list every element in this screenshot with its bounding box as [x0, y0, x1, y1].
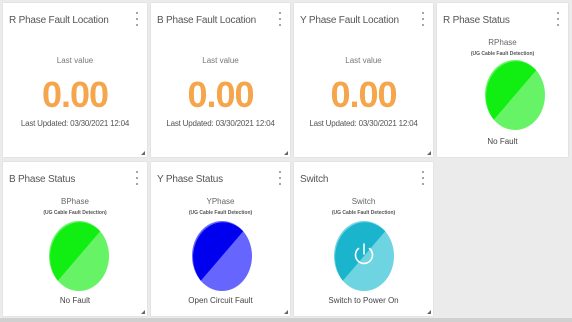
switch-subtitle: (UG Cable Fault Detection) [331, 210, 396, 216]
phase-subtitle: (UG Cable Fault Detection) [43, 210, 107, 216]
resize-handle-icon[interactable] [427, 151, 431, 155]
status-text: No Fault [487, 137, 518, 146]
kebab-menu-icon[interactable] [133, 12, 141, 26]
metric-value: 0.00 [330, 74, 397, 115]
last-value-label: Last value [56, 56, 94, 65]
status-text: Switch to Power On [328, 296, 399, 305]
tile-b-phase-status: B Phase Status BPhase (UG Cable Fault De… [3, 162, 147, 316]
tile-switch: Switch Switch (UG Cable Fault Detection)… [294, 162, 433, 316]
tile-title: Y Phase Status [157, 174, 223, 185]
phase-name: RPhase [488, 38, 517, 47]
last-updated-text: Last Updated: 03/30/2021 12:04 [166, 119, 275, 128]
kebab-menu-icon[interactable] [554, 12, 562, 26]
kebab-menu-icon[interactable] [419, 171, 427, 185]
metric-value: 0.00 [41, 74, 109, 115]
phase-name: YPhase [206, 197, 235, 206]
last-value-label: Last value [345, 56, 382, 65]
tile-y-phase-fault-location: Y Phase Fault Location Last value 0.00 L… [294, 3, 433, 157]
tile-title: Switch [300, 174, 329, 185]
metric-value: 0.00 [187, 74, 254, 115]
kebab-menu-icon[interactable] [133, 171, 141, 185]
switch-indicator[interactable] [333, 220, 395, 292]
last-updated-text: Last Updated: 03/30/2021 12:04 [309, 119, 418, 128]
tile-title: B Phase Fault Location [157, 15, 256, 26]
status-indicator [49, 221, 109, 291]
resize-handle-icon[interactable] [284, 151, 288, 155]
tile-title: R Phase Status [443, 15, 510, 26]
tile-r-phase-fault-location: R Phase Fault Location Last value 0.00 L… [3, 3, 147, 157]
phase-name: BPhase [60, 197, 90, 206]
tile-y-phase-status: Y Phase Status YPhase (UG Cable Fault De… [151, 162, 290, 316]
tile-title: B Phase Status [9, 174, 76, 185]
resize-handle-icon[interactable] [427, 310, 431, 314]
last-value-label: Last value [202, 56, 239, 65]
status-text: Open Circuit Fault [188, 296, 253, 305]
kebab-menu-icon[interactable] [419, 12, 427, 26]
tile-b-phase-fault-location: B Phase Fault Location Last value 0.00 L… [151, 3, 290, 157]
tile-title: Y Phase Fault Location [300, 15, 399, 26]
switch-name: Switch [351, 197, 376, 206]
resize-handle-icon[interactable] [284, 310, 288, 314]
resize-handle-icon[interactable] [141, 310, 145, 314]
status-text: No Fault [59, 296, 91, 305]
kebab-menu-icon[interactable] [276, 171, 284, 185]
tile-r-phase-status: R Phase Status RPhase (UG Cable Fault De… [437, 3, 568, 157]
status-indicator [485, 60, 545, 130]
status-indicator [192, 221, 252, 291]
kebab-menu-icon[interactable] [276, 12, 284, 26]
tile-title: R Phase Fault Location [9, 15, 109, 26]
last-updated-text: Last Updated: 03/30/2021 12:04 [20, 119, 130, 128]
phase-subtitle: (UG Cable Fault Detection) [188, 210, 253, 216]
phase-subtitle: (UG Cable Fault Detection) [470, 51, 535, 57]
resize-handle-icon[interactable] [141, 151, 145, 155]
dashboard-grid: R Phase Fault Location Last value 0.00 L… [0, 0, 572, 322]
bottom-border [0, 318, 572, 322]
